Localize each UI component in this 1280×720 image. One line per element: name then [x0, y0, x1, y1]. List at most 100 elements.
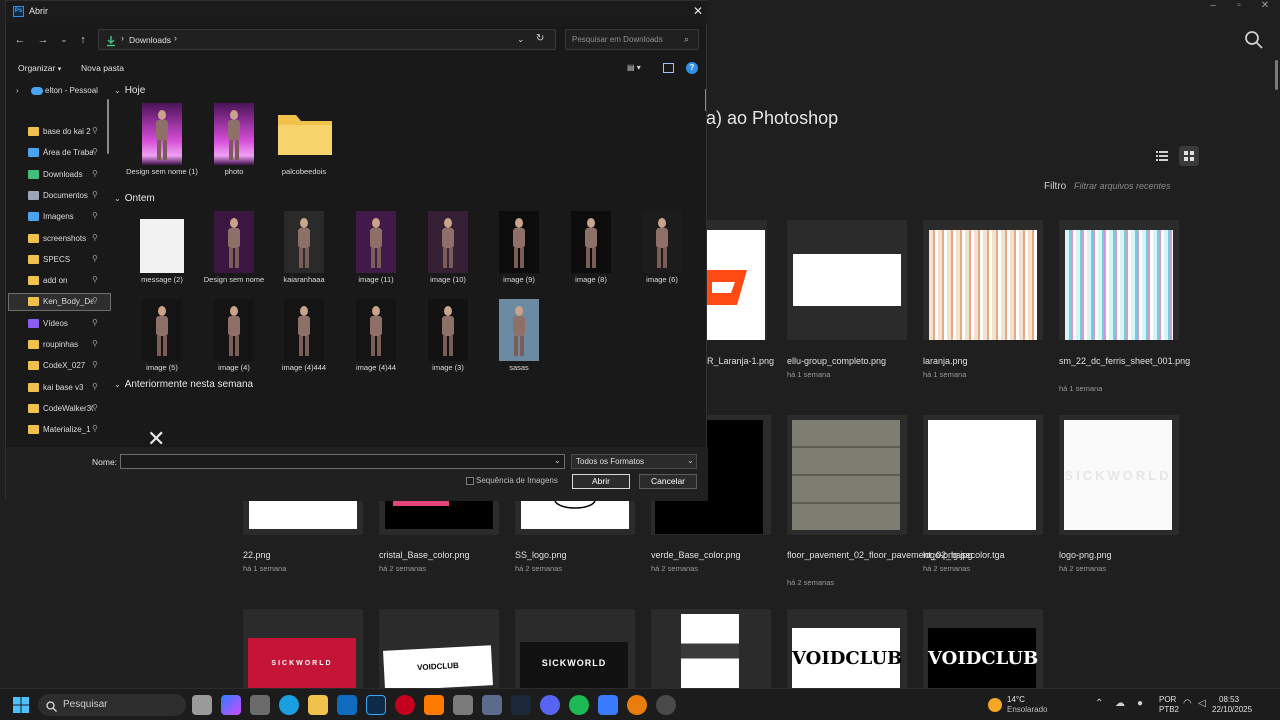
clock-time[interactable]: 08:53 — [1219, 695, 1239, 704]
file-card[interactable]: VOIDCLUB — [923, 609, 1043, 688]
sidebar-item-onedrive[interactable]: › elton - Pessoal — [8, 83, 108, 99]
open-button[interactable]: Abrir — [572, 474, 630, 489]
file-card[interactable] — [787, 220, 907, 340]
minimize-button[interactable]: – — [1200, 0, 1226, 14]
sidebar-item[interactable]: Downloads ⚲ — [8, 166, 111, 184]
sidebar-item[interactable]: roupinhas ⚲ — [8, 336, 111, 354]
sidebar-item[interactable]: add on ⚲ — [8, 272, 111, 290]
close-window-button[interactable]: ✕ — [1252, 0, 1278, 14]
filter-input[interactable]: Filtrar arquivos recentes — [1070, 178, 1270, 196]
sidebar-item[interactable]: CodeWalker30 ⚲ — [8, 400, 111, 418]
search-input[interactable]: Pesquisar em Downloads ⌕ — [565, 29, 699, 50]
file-item[interactable]: image (10) — [412, 211, 484, 293]
edge-icon[interactable] — [279, 695, 299, 715]
organize-button[interactable]: Organizar ▾ — [18, 63, 61, 73]
folder-item[interactable]: palcobeedois — [268, 103, 340, 185]
copilot-icon[interactable] — [221, 695, 241, 715]
app-icon[interactable] — [656, 695, 676, 715]
sidebar-item[interactable]: kai base v3 ⚲ — [8, 379, 111, 397]
sidebar-item[interactable]: screenshots ⚲ — [8, 230, 111, 248]
group-header-today[interactable]: ⌄ Hoje — [114, 85, 145, 96]
sidebar-item[interactable]: Documentos ⚲ — [8, 187, 111, 205]
file-item[interactable]: image (3) — [412, 299, 484, 381]
sidebar-item[interactable]: Vídeos ⚲ — [8, 315, 111, 333]
blender-icon[interactable] — [627, 695, 647, 715]
file-card[interactable]: SICKWORLD — [243, 609, 363, 688]
file-card[interactable] — [1059, 220, 1179, 340]
opera-gx-icon[interactable] — [395, 695, 415, 715]
app-icon[interactable] — [453, 695, 473, 715]
sidebar-item[interactable]: Área de Trabalho⚲ — [8, 144, 111, 162]
windows-start-icon[interactable] — [13, 697, 29, 713]
file-card[interactable] — [651, 609, 771, 688]
file-card[interactable] — [243, 500, 363, 535]
file-item[interactable]: Design sem nome — [198, 211, 270, 293]
up-arrow-icon[interactable]: ↑ — [76, 33, 90, 47]
search-icon[interactable] — [1244, 30, 1264, 50]
file-item[interactable]: image (4) — [198, 299, 270, 381]
file-card[interactable]: VOIDCLUB — [379, 609, 499, 688]
forward-arrow-icon[interactable]: → — [36, 33, 50, 47]
image-sequence-checkbox[interactable] — [466, 477, 474, 485]
file-item[interactable]: kaiaranhaaa — [268, 211, 340, 293]
view-options-icon[interactable]: ▤ ▾ — [627, 63, 651, 74]
app-icon[interactable] — [482, 695, 502, 715]
chevron-down-icon[interactable]: ⌄ — [57, 33, 71, 47]
file-item[interactable]: image (4)444 — [268, 299, 340, 381]
file-card[interactable] — [923, 415, 1043, 535]
discord-icon[interactable] — [540, 695, 560, 715]
file-item[interactable]: image (6) — [626, 211, 698, 293]
file-item[interactable]: message (2) — [126, 211, 198, 293]
address-bar[interactable]: › Downloads › ⌄ ↻ — [98, 29, 556, 50]
refresh-icon[interactable]: ↻ — [536, 33, 544, 44]
file-card[interactable]: SICKWORLD — [515, 609, 635, 688]
chevron-right-icon[interactable]: › — [16, 86, 19, 95]
weather-icon[interactable] — [988, 698, 1002, 712]
back-arrow-icon[interactable]: ← — [13, 33, 27, 47]
file-item[interactable]: Design sem nome (1) — [126, 103, 198, 185]
breadcrumb[interactable]: Downloads — [129, 35, 171, 45]
spotify-icon[interactable] — [569, 695, 589, 715]
photoshop-icon[interactable] — [366, 695, 386, 715]
language-indicator[interactable]: POR — [1159, 695, 1176, 704]
chevron-down-icon[interactable]: ⌄ — [554, 456, 561, 465]
illustrator-icon[interactable] — [424, 695, 444, 715]
sidebar-item[interactable]: SPECS ⚲ — [8, 251, 111, 269]
scrollbar[interactable] — [1275, 60, 1278, 90]
task-view-icon[interactable] — [192, 695, 212, 715]
file-card[interactable] — [923, 220, 1043, 340]
sidebar-item[interactable]: Ken_Body_Dev_Kit⚲ — [8, 293, 111, 311]
file-card[interactable]: SICKWORLD — [1059, 415, 1179, 535]
taskbar-search[interactable]: Pesquisar — [38, 694, 186, 716]
new-folder-button[interactable]: Nova pasta — [81, 63, 124, 73]
scrollbar[interactable] — [705, 89, 706, 111]
volume-icon[interactable]: ◁ — [1198, 698, 1206, 709]
cancel-button[interactable]: Cancelar — [639, 474, 697, 489]
file-explorer-icon[interactable] — [308, 695, 328, 715]
chevron-up-icon[interactable]: ⌃ — [1095, 698, 1103, 709]
sidebar-item[interactable]: Materialize_1 ⚲ — [8, 421, 111, 439]
file-item[interactable]: image (9) — [483, 211, 555, 293]
help-icon[interactable]: ? — [686, 62, 698, 74]
steam-icon[interactable] — [511, 695, 531, 715]
file-card[interactable] — [379, 500, 499, 535]
list-view-icon[interactable] — [1152, 146, 1172, 166]
filename-input[interactable] — [120, 454, 565, 469]
app-icon[interactable] — [598, 695, 618, 715]
maximize-button[interactable]: ▫ — [1226, 0, 1252, 14]
sidebar-item[interactable]: CodeX_027 ⚲ — [8, 357, 111, 375]
file-card[interactable] — [515, 500, 635, 535]
app-icon[interactable] — [250, 695, 270, 715]
file-card[interactable] — [787, 415, 907, 535]
chevron-right-icon[interactable]: › — [174, 33, 177, 43]
network-icon[interactable]: ◠ — [1183, 698, 1192, 709]
group-header-yesterday[interactable]: ⌄ Ontem — [114, 193, 155, 204]
file-item[interactable]: image (4)44 — [340, 299, 412, 381]
preview-pane-icon[interactable] — [663, 63, 674, 73]
grid-view-icon[interactable] — [1179, 146, 1199, 166]
file-type-select[interactable]: Todos os Formatos ⌄ — [571, 454, 697, 469]
file-item[interactable]: image (8) — [555, 211, 627, 293]
microphone-icon[interactable]: ● — [1137, 698, 1143, 709]
file-item[interactable]: sasas — [483, 299, 555, 381]
file-item[interactable]: image (5) — [126, 299, 198, 381]
